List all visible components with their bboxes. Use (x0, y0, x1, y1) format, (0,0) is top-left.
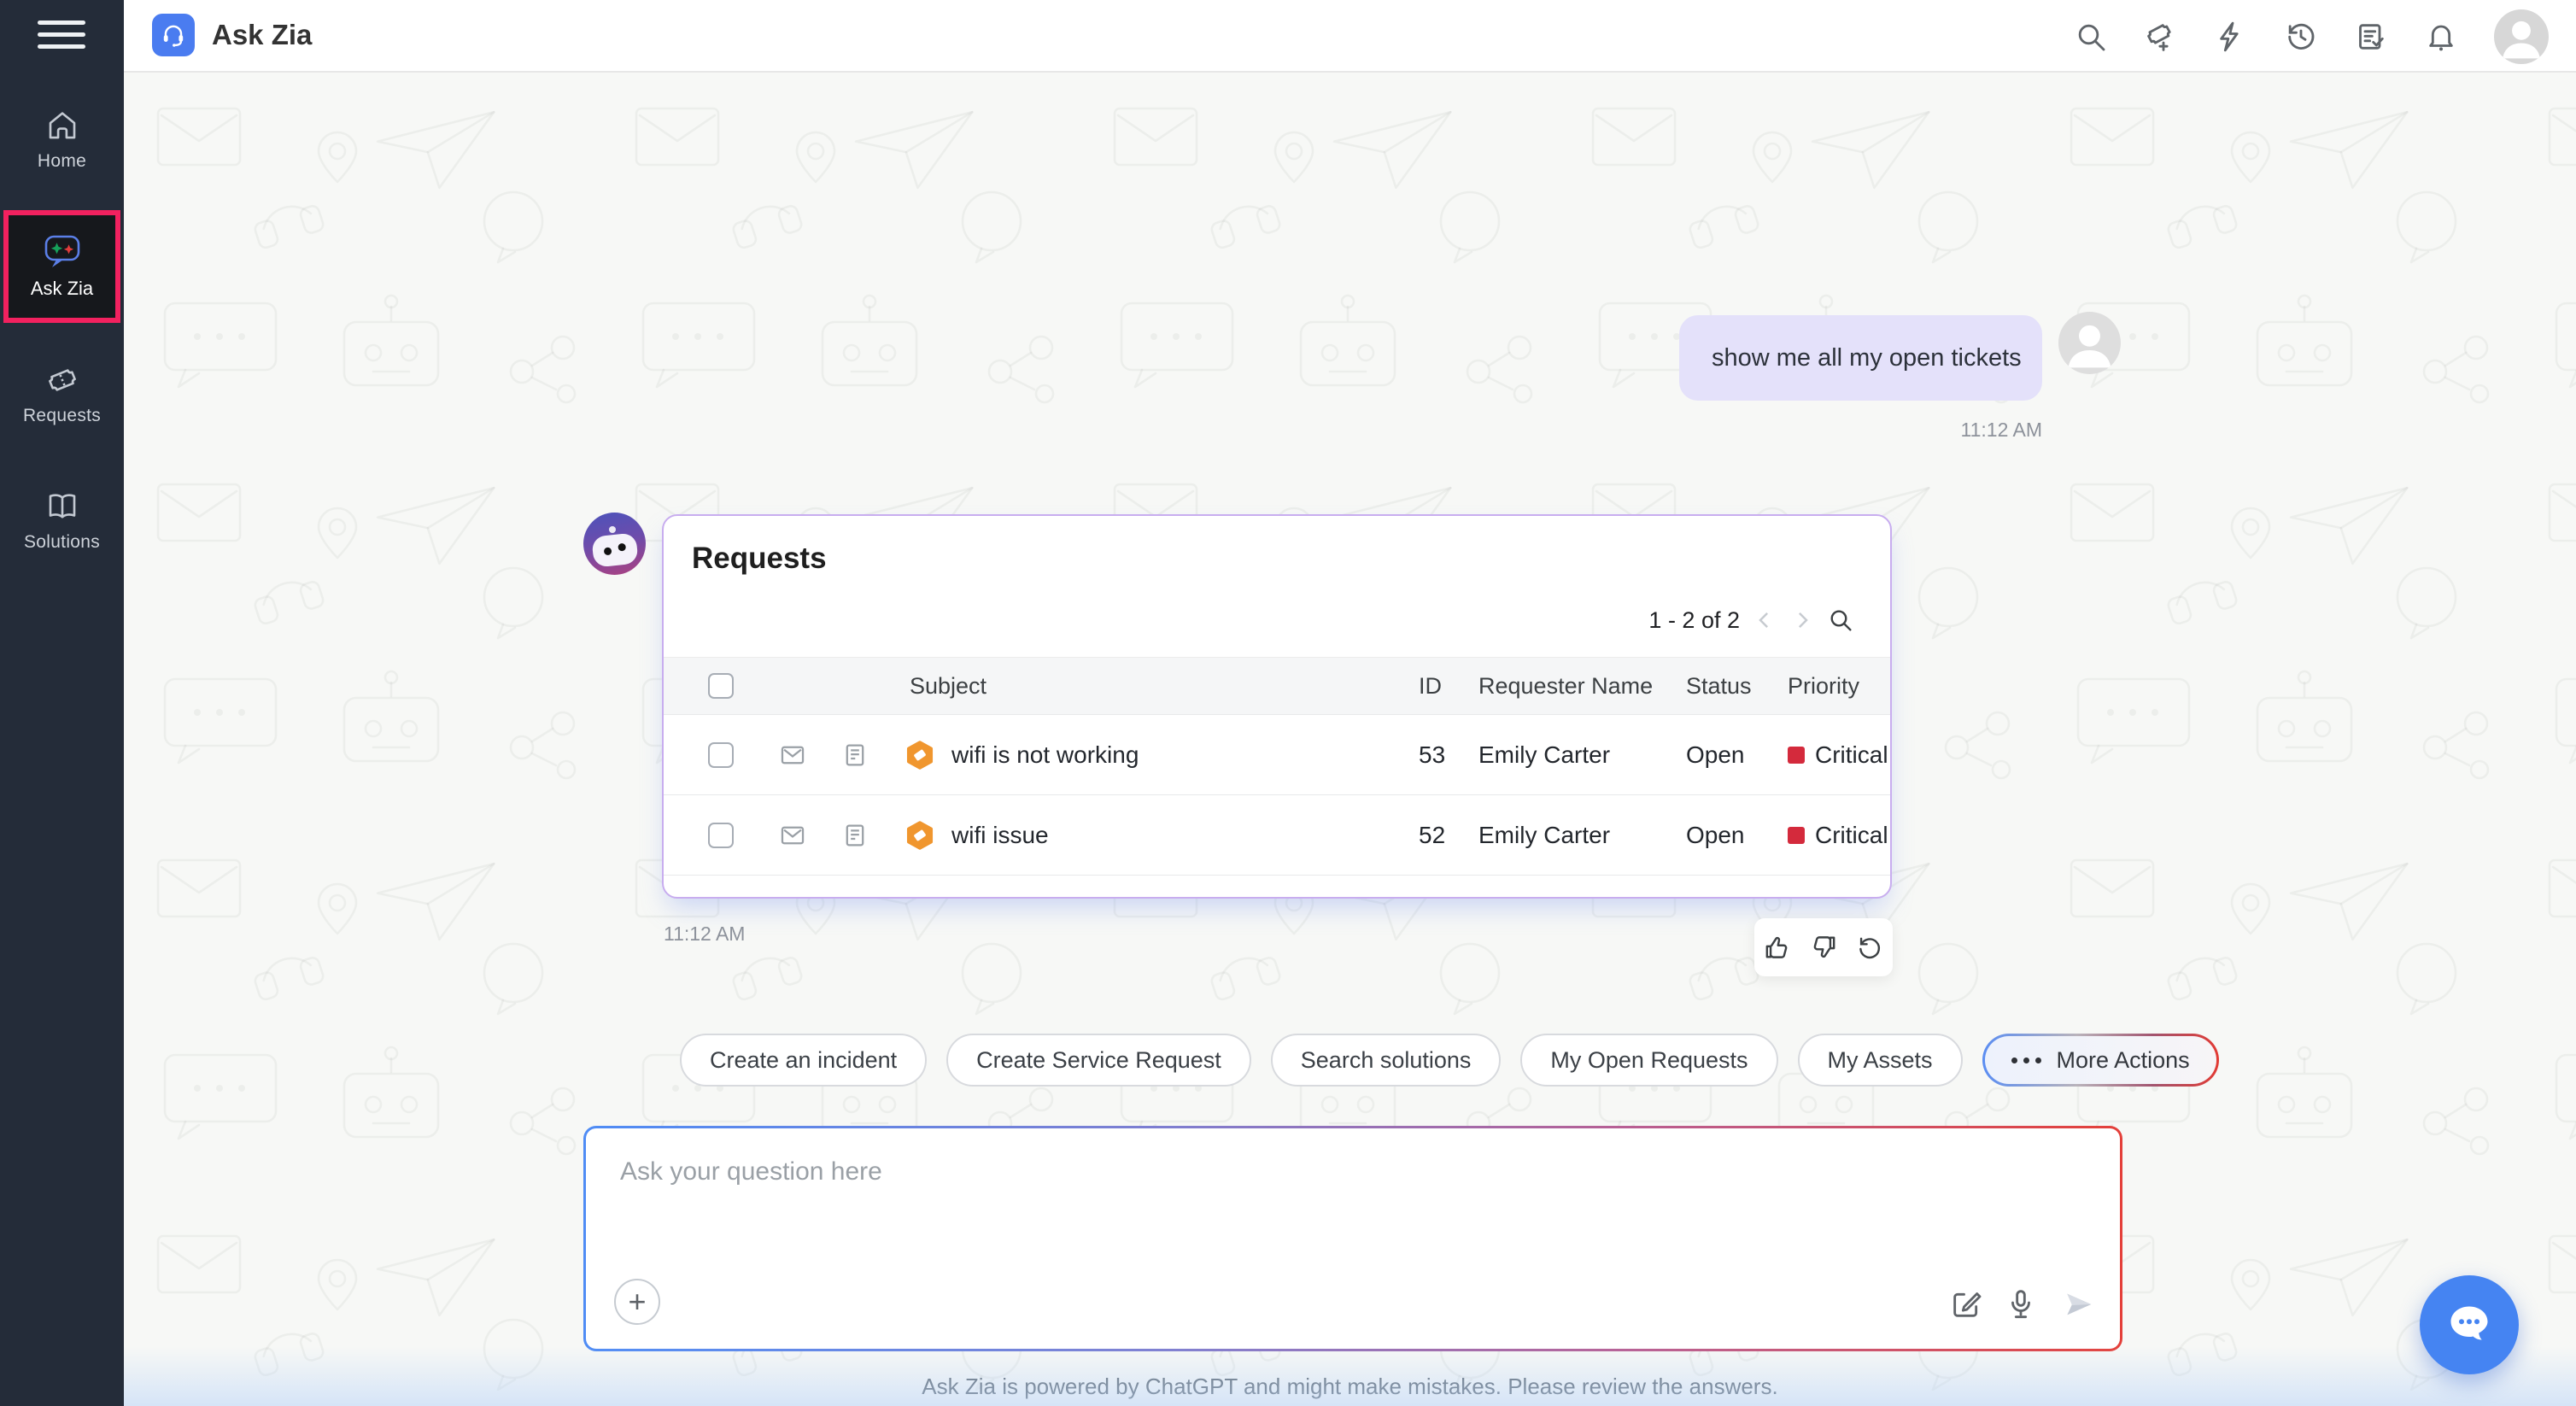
email-icon (778, 741, 807, 770)
sidebar-item-home[interactable]: Home (0, 108, 124, 172)
top-header: Ask Zia (124, 0, 2576, 73)
ellipsis-icon (2011, 1057, 2041, 1063)
request-subject[interactable]: wifi is not working (951, 715, 1139, 794)
table-row[interactable]: wifi is not working 53 Emily Carter Open… (664, 715, 1890, 795)
request-id: 53 (1419, 715, 1445, 794)
disclaimer-text: Ask Zia is powered by ChatGPT and might … (124, 1374, 2576, 1400)
left-sidebar: Home Ask Zia Requests Solutions (0, 0, 124, 1406)
column-header-subject[interactable]: Subject (910, 658, 986, 714)
header-actions (2074, 0, 2549, 73)
question-input[interactable] (586, 1128, 2120, 1257)
ask-zia-icon (41, 233, 84, 271)
pagination: 1 - 2 of 2 (1648, 606, 1854, 634)
user-message-text: show me all my open tickets (1712, 344, 2022, 372)
chip-create-service-request[interactable]: Create Service Request (946, 1034, 1251, 1087)
chip-create-incident[interactable]: Create an incident (680, 1034, 927, 1087)
request-subject[interactable]: wifi issue (951, 795, 1049, 875)
hamburger-menu-icon[interactable] (38, 21, 85, 55)
ticket-icon (44, 362, 80, 398)
email-icon (778, 821, 807, 850)
notes-icon (840, 821, 869, 850)
row-checkbox[interactable] (708, 823, 734, 848)
table-header-row: Subject ID Requester Name Status Priorit… (664, 657, 1890, 715)
review-checklist-icon[interactable] (2354, 20, 2388, 54)
chat-bubble-icon (2444, 1299, 2495, 1350)
requester-name: Emily Carter (1478, 715, 1610, 794)
sidebar-item-requests[interactable]: Requests (0, 362, 124, 426)
request-status: Open (1686, 715, 1745, 794)
column-header-status[interactable]: Status (1686, 658, 1752, 714)
priority-color-swatch (1788, 747, 1805, 764)
ask-zia-logo-icon (152, 14, 195, 56)
user-avatar[interactable] (2494, 9, 2549, 64)
user-chat-avatar (2058, 312, 2121, 374)
chip-my-assets[interactable]: My Assets (1798, 1034, 1963, 1087)
request-id: 52 (1419, 795, 1445, 875)
select-all-checkbox[interactable] (708, 673, 734, 699)
table-search-icon[interactable] (1827, 606, 1854, 634)
next-page-icon[interactable] (1789, 607, 1815, 633)
column-header-requester[interactable]: Requester Name (1478, 658, 1653, 714)
chat-area: show me all my open tickets 11:12 AM Req… (124, 73, 2576, 1406)
incident-badge-icon (904, 819, 936, 852)
requester-name: Emily Carter (1478, 795, 1610, 875)
user-message-bubble: show me all my open tickets (1679, 315, 2042, 401)
chip-my-open-requests[interactable]: My Open Requests (1520, 1034, 1777, 1087)
chip-label: More Actions (2057, 1047, 2190, 1074)
user-message-timestamp: 11:12 AM (1961, 419, 2042, 442)
page-title: Ask Zia (212, 19, 312, 51)
book-icon (44, 489, 80, 524)
compose-icon[interactable] (1949, 1287, 1983, 1321)
sidebar-item-ask-zia-active[interactable]: Ask Zia (3, 210, 120, 323)
live-chat-fab[interactable] (2420, 1275, 2519, 1374)
attach-plus-button[interactable]: + (614, 1279, 660, 1325)
table-row[interactable]: wifi issue 52 Emily Carter Open Critical (664, 795, 1890, 876)
request-status: Open (1686, 795, 1745, 875)
notes-icon (840, 741, 869, 770)
notifications-bell-icon[interactable] (2424, 20, 2458, 54)
incident-badge-icon (904, 739, 936, 771)
column-header-priority[interactable]: Priority (1788, 658, 1890, 714)
thumbs-up-icon[interactable] (1763, 933, 1792, 962)
home-icon (44, 108, 80, 144)
search-icon[interactable] (2074, 20, 2108, 54)
sidebar-item-solutions[interactable]: Solutions (0, 489, 124, 553)
request-priority: Critical (1815, 822, 1888, 849)
microphone-icon[interactable] (2004, 1287, 2038, 1321)
row-checkbox[interactable] (708, 742, 734, 768)
history-icon[interactable] (2284, 20, 2318, 54)
regenerate-icon[interactable] (1855, 933, 1884, 962)
pagination-count: 1 - 2 of 2 (1648, 607, 1740, 634)
sidebar-item-label: Home (38, 151, 86, 172)
requests-result-card: Requests 1 - 2 of 2 Subject ID Requester… (662, 514, 1892, 899)
request-priority: Critical (1815, 741, 1888, 769)
card-title: Requests (692, 542, 827, 576)
zia-bot-avatar (583, 513, 646, 575)
bot-message-timestamp: 11:12 AM (664, 923, 745, 946)
chip-search-solutions[interactable]: Search solutions (1271, 1034, 1502, 1087)
quick-actions-icon[interactable] (2214, 20, 2248, 54)
send-icon[interactable] (2062, 1287, 2096, 1321)
ask-input-container: + (583, 1126, 2122, 1351)
sidebar-item-label: Ask Zia (31, 278, 93, 300)
sidebar-item-label: Requests (23, 406, 101, 426)
column-header-id[interactable]: ID (1419, 658, 1442, 714)
response-feedback-toolbar (1754, 918, 1893, 976)
sidebar-item-label: Solutions (24, 532, 100, 553)
quick-action-chips: Create an incident Create Service Reques… (680, 1034, 2219, 1087)
previous-page-icon[interactable] (1752, 607, 1777, 633)
thumbs-down-icon[interactable] (1809, 933, 1838, 962)
chip-more-actions[interactable]: More Actions (1982, 1034, 2219, 1087)
create-ticket-icon[interactable] (2144, 20, 2178, 54)
brand: Ask Zia (152, 14, 312, 56)
priority-color-swatch (1788, 827, 1805, 844)
